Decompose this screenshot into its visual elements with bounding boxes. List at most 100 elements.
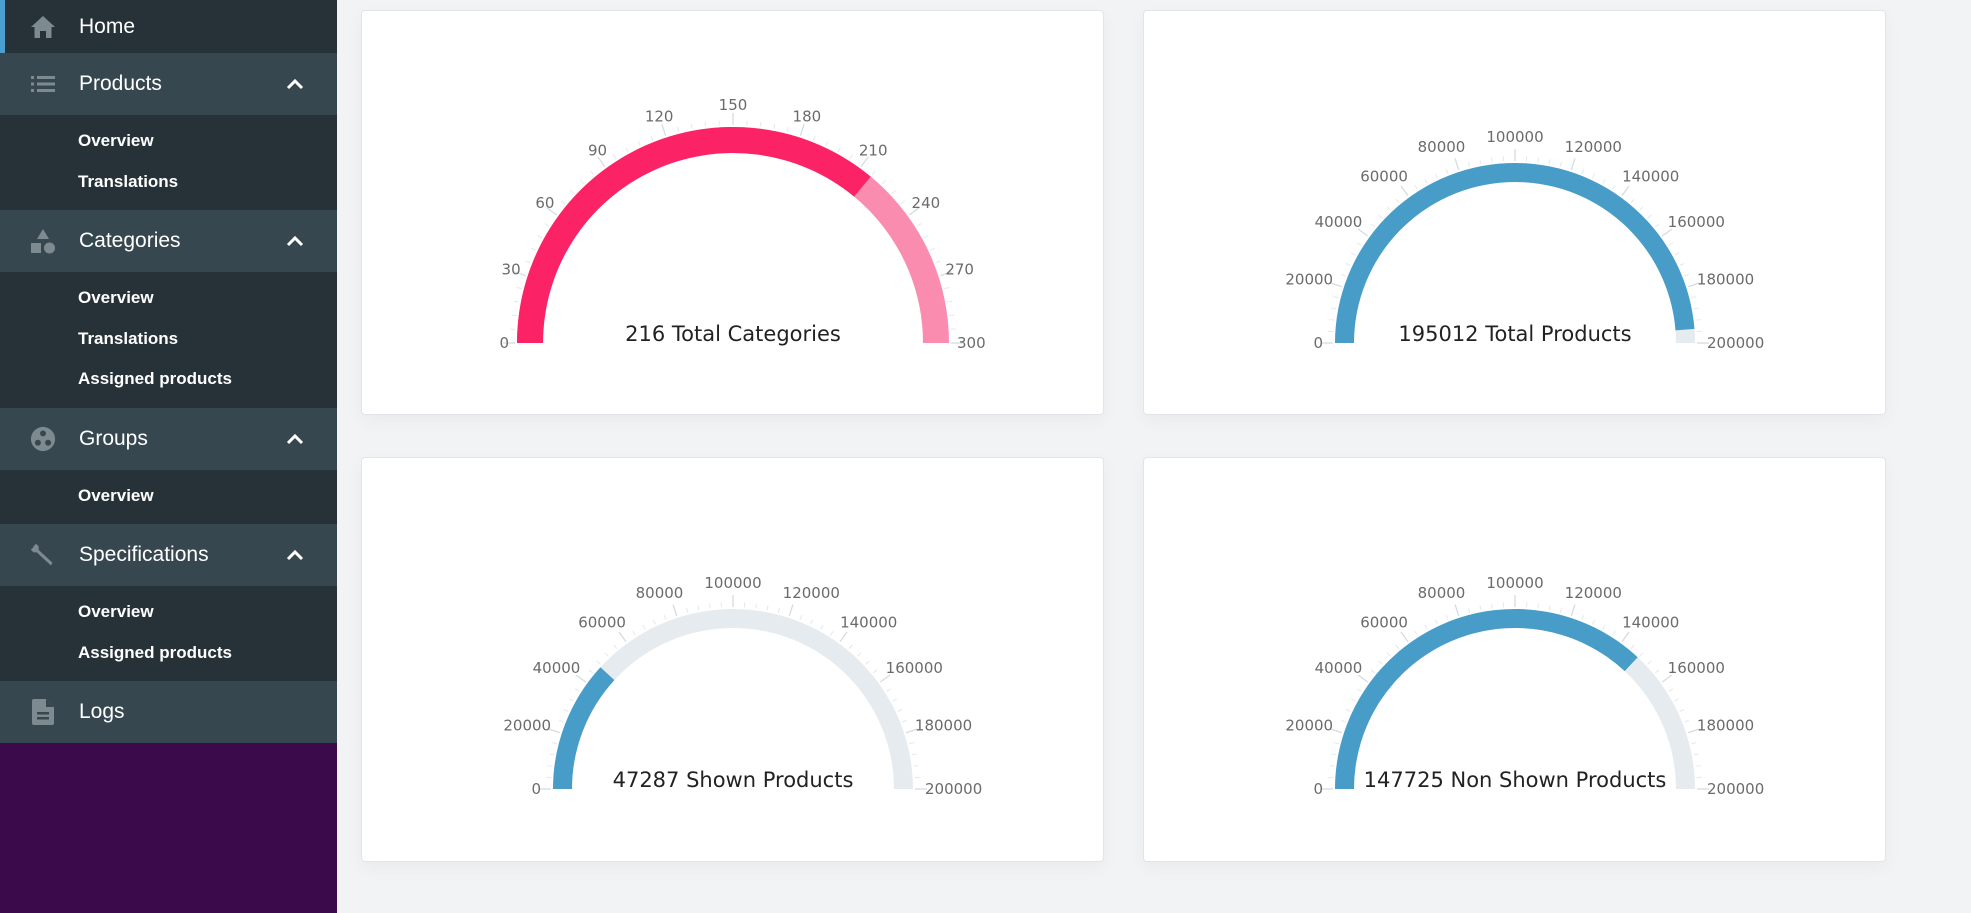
gauge-minor-tick bbox=[1639, 206, 1644, 211]
sidebar-item-specifications-assigned-products[interactable]: Assigned products bbox=[0, 633, 337, 674]
gauge-minor-tick bbox=[1647, 214, 1652, 219]
gauge-minor-tick bbox=[773, 123, 776, 129]
sidebar-group-products[interactable]: Products bbox=[0, 53, 337, 115]
gauge-track bbox=[1335, 609, 1695, 789]
gauge-minor-tick bbox=[637, 141, 641, 146]
sidebar-item-specifications-overview[interactable]: Overview bbox=[0, 592, 337, 633]
gauge-tick-label: 20000 bbox=[1285, 270, 1333, 288]
gauge-minor-tick bbox=[1479, 605, 1482, 611]
sidebar-item-products-translations[interactable]: Translations bbox=[0, 162, 337, 203]
gauge-value-arc bbox=[517, 126, 871, 343]
gauge-total-categories: 0 30 60 90 120 150 180 210 240 270 300 216 Total Ca… bbox=[499, 96, 985, 352]
gauge-minor-tick bbox=[1674, 252, 1680, 256]
gauge-minor-tick bbox=[857, 652, 862, 657]
sidebar-item-categories-translations[interactable]: Translations bbox=[0, 319, 337, 360]
gauge-tick-label: 120000 bbox=[1565, 138, 1622, 156]
gauge-tick-label: 180 bbox=[793, 108, 822, 126]
gauge-minor-tick bbox=[916, 223, 922, 227]
gauge-minor-tick bbox=[558, 719, 564, 723]
gauge-minor-tick bbox=[511, 314, 517, 317]
gauge-minor-tick bbox=[1378, 214, 1383, 219]
gauge-minor-tick bbox=[1331, 753, 1337, 756]
gauge-minor-tick bbox=[544, 223, 550, 227]
gauge-minor-tick bbox=[947, 300, 953, 303]
gauge-minor-tick bbox=[1479, 159, 1482, 165]
sidebar-group-specifications[interactable]: Specifications bbox=[0, 524, 337, 586]
gauge-tick-label: 20000 bbox=[503, 716, 551, 734]
gauge-tick-label: 120 bbox=[645, 108, 674, 126]
gauge-value-arc bbox=[1335, 162, 1695, 343]
gauge-minor-tick bbox=[897, 708, 903, 712]
gauge-minor-tick bbox=[1630, 198, 1635, 204]
chevron-up-icon[interactable] bbox=[284, 73, 306, 95]
gauge-minor-tick bbox=[1548, 605, 1551, 611]
gauge-tick-label: 60 bbox=[535, 194, 554, 212]
sidebar-item-logs[interactable]: Logs bbox=[0, 681, 337, 743]
gauge-minor-tick bbox=[902, 719, 908, 723]
gauge-minor-tick bbox=[563, 708, 569, 712]
gauge-tick-label: 80000 bbox=[636, 584, 684, 602]
gauge-minor-tick bbox=[1679, 262, 1685, 266]
gauge-minor-tick bbox=[1654, 669, 1660, 674]
sidebar-item-groups-overview[interactable]: Overview bbox=[0, 476, 337, 517]
gauge-minor-tick bbox=[1612, 630, 1616, 636]
chevron-up-icon[interactable] bbox=[284, 428, 306, 450]
gauge-minor-tick bbox=[1679, 708, 1685, 712]
gauge-minor-tick bbox=[900, 200, 906, 205]
gauge-title: 216 Total Categories bbox=[625, 322, 841, 346]
sidebar-item-categories-assigned-products[interactable]: Assigned products bbox=[0, 359, 337, 400]
gauge-minor-tick bbox=[766, 605, 769, 611]
gauge-minor-tick bbox=[1654, 223, 1660, 228]
gauge-minor-tick bbox=[871, 170, 876, 176]
sidebar-submenu-groups: Overview bbox=[0, 469, 337, 524]
gauge-minor-tick bbox=[1630, 644, 1635, 650]
gauge-minor-tick bbox=[1329, 765, 1335, 767]
gauge-tick-label: 200000 bbox=[1707, 780, 1764, 798]
sidebar-item-products-overview[interactable]: Overview bbox=[0, 121, 337, 162]
sidebar-item-categories-overview[interactable]: Overview bbox=[0, 278, 337, 319]
gauge-minor-tick bbox=[1581, 614, 1585, 620]
gauge-minor-tick bbox=[1386, 206, 1391, 211]
gauge-tick-label: 240 bbox=[912, 194, 941, 212]
chevron-up-icon[interactable] bbox=[284, 230, 306, 252]
gauge-minor-tick bbox=[1684, 273, 1690, 277]
gauge-minor-tick bbox=[820, 624, 824, 630]
gauge-minor-tick bbox=[1674, 698, 1680, 702]
gauge-minor-tick bbox=[1331, 307, 1337, 310]
gauge-minor-tick bbox=[690, 123, 693, 129]
gauge-minor-tick bbox=[677, 126, 680, 132]
gauge-minor-tick bbox=[1602, 178, 1606, 184]
gauge-tick-label: 140000 bbox=[1622, 167, 1679, 185]
gauge-track bbox=[553, 609, 913, 789]
gauge-minor-tick bbox=[1592, 173, 1596, 179]
gauge-minor-tick bbox=[1693, 753, 1699, 756]
gauge-minor-tick bbox=[1491, 603, 1493, 609]
gauge-minor-tick bbox=[1424, 178, 1428, 184]
gauge-title: 47287 Shown Products bbox=[613, 768, 854, 792]
gauge-minor-tick bbox=[604, 652, 609, 657]
gauge-tick-label: 150 bbox=[719, 96, 748, 114]
gauge-minor-tick bbox=[1350, 698, 1356, 702]
gauge-minor-tick bbox=[759, 121, 762, 127]
gauge-minor-tick bbox=[531, 247, 536, 251]
gauge-minor-tick bbox=[1356, 688, 1362, 692]
gauge-minor-tick bbox=[1345, 708, 1351, 712]
document-icon bbox=[30, 699, 56, 725]
sidebar-item-home[interactable]: Home bbox=[0, 0, 337, 53]
sidebar: Home Products Overview Translations Cate… bbox=[0, 0, 337, 913]
gauge-major-tick bbox=[799, 124, 805, 136]
gauge-tick-label: 0 bbox=[531, 780, 541, 798]
gauge-minor-tick bbox=[1695, 319, 1701, 321]
gauge-minor-tick bbox=[574, 688, 580, 692]
sidebar-group-categories[interactable]: Categories bbox=[0, 210, 337, 272]
sidebar-group-groups[interactable]: Groups bbox=[0, 407, 337, 470]
chevron-up-icon[interactable] bbox=[284, 544, 306, 566]
gauge-tick-label: 120000 bbox=[783, 584, 840, 602]
gauge-minor-tick bbox=[590, 170, 595, 176]
gauge-minor-tick bbox=[579, 180, 585, 185]
gauge-tick-label: 60000 bbox=[1360, 613, 1408, 631]
gauge-minor-tick bbox=[642, 624, 646, 630]
gauge-minor-tick bbox=[1639, 652, 1644, 657]
gauge-tick-label: 200000 bbox=[1707, 334, 1764, 352]
gauge-minor-tick bbox=[1340, 273, 1346, 277]
